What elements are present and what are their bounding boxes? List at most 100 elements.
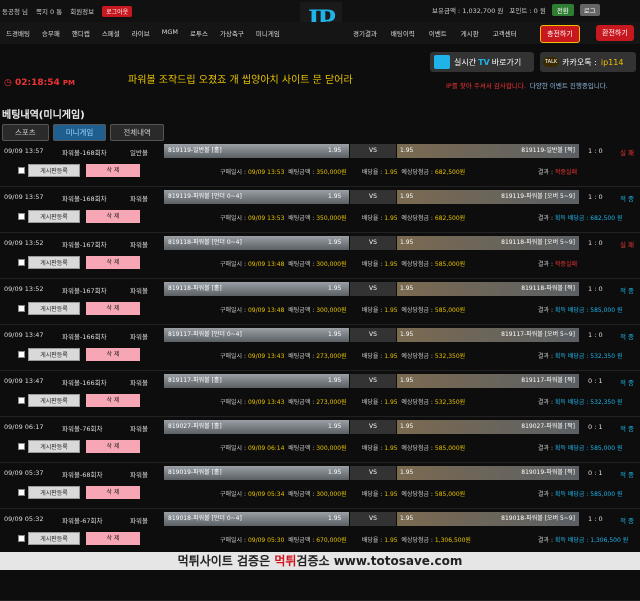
score: 0 : 1 xyxy=(588,469,603,477)
post-to-board-button[interactable]: 게시판등록 xyxy=(28,532,80,545)
nav-item[interactable]: 핸디캡 xyxy=(66,28,96,38)
left-pick: 819019-파워볼 [홀] xyxy=(164,466,349,480)
left-odds: 1.95 xyxy=(328,193,342,200)
bet-result: 결과 : 획득 배당금 : 585,000 원 xyxy=(538,491,623,498)
charge-button[interactable]: 충전하기 xyxy=(540,25,580,43)
nav-item[interactable]: 로투스 xyxy=(184,28,214,38)
nav-item[interactable]: 배팅이력 xyxy=(384,28,422,38)
post-to-board-button[interactable]: 게시판등록 xyxy=(28,486,80,499)
vs-label: VS xyxy=(350,144,396,158)
right-pick: 819118-파워볼 [오버 5~9] xyxy=(397,236,579,250)
tab-sports[interactable]: 스포츠 xyxy=(2,124,49,141)
select-checkbox[interactable] xyxy=(18,305,25,312)
select-checkbox[interactable] xyxy=(18,213,25,220)
post-to-board-button[interactable]: 게시판등록 xyxy=(28,210,80,223)
bet-date: 09/09 13:47 xyxy=(4,377,44,385)
bet-game: 파워볼-168회차 xyxy=(62,149,107,157)
bet-list: 09/09 13:57 파워볼-168회차 일반볼 819119-일반볼 [홀] 1.9… xyxy=(0,141,640,601)
nav-item[interactable]: 가상축구 xyxy=(214,28,250,38)
bet-type: 파워볼 xyxy=(130,241,148,249)
post-to-board-button[interactable]: 게시판등록 xyxy=(28,394,80,407)
bet-date: 09/09 05:37 xyxy=(4,469,44,477)
bet-date: 09/09 13:57 xyxy=(4,147,44,155)
select-checkbox[interactable] xyxy=(18,489,25,496)
bet-result: 결과 : 획득 배당금 : 532,350 원 xyxy=(538,353,623,360)
select-checkbox[interactable] xyxy=(18,259,25,266)
nav-item[interactable]: 승무패 xyxy=(36,28,66,38)
bet-info: 구매일시 : 09/09 13:48 배팅금액 : 300,000원 배당율 :… xyxy=(220,307,466,314)
post-to-board-button[interactable]: 게시판등록 xyxy=(28,164,80,177)
tab-all[interactable]: 전체내역 xyxy=(110,124,164,141)
clock: ◷ 02:18:54 PM xyxy=(4,78,76,88)
member-info-link[interactable]: 회원정보 xyxy=(70,6,94,16)
bet-type: 파워볼 xyxy=(130,471,148,479)
delete-button[interactable]: 삭 제 xyxy=(86,394,140,407)
bet-row: 09/09 13:57 파워볼-168회차 파워볼 819119-파워볼 [언더 0~… xyxy=(0,187,640,233)
post-to-board-button[interactable]: 게시판등록 xyxy=(28,256,80,269)
bet-row: 09/09 05:37 파워볼-68회차 파워볼 819019-파워볼 [홀] 1.95… xyxy=(0,463,640,509)
right-pick: 819018-파워볼 [오버 5~9] xyxy=(397,512,579,526)
live-tv-button[interactable]: 실시간 TV 바로가기 xyxy=(430,52,534,72)
select-checkbox[interactable] xyxy=(18,351,25,358)
score: 0 : 1 xyxy=(588,377,603,385)
status-badge: 적 중 xyxy=(620,425,635,433)
withdraw-button[interactable]: 환전하기 xyxy=(596,25,634,41)
tab-minigame[interactable]: 미니게임 xyxy=(52,124,107,141)
select-checkbox[interactable] xyxy=(18,167,25,174)
nav-item[interactable]: 고객센터 xyxy=(486,28,524,38)
delete-button[interactable]: 삭 제 xyxy=(86,256,140,269)
post-to-board-button[interactable]: 게시판등록 xyxy=(28,440,80,453)
post-to-board-button[interactable]: 게시판등록 xyxy=(28,302,80,315)
left-pick: 819118-파워볼 [언더 0~4] xyxy=(164,236,349,250)
nav-item[interactable]: MGM xyxy=(156,28,184,38)
notice-text: IP를 찾아 주셔서 감사합니다. 다양한 이벤트 진행중입니다. xyxy=(446,82,608,90)
nav-item[interactable]: 경기결과 xyxy=(346,28,384,38)
select-checkbox[interactable] xyxy=(18,397,25,404)
nav-item[interactable]: 게시판 xyxy=(454,28,486,38)
status-badge: 적 중 xyxy=(620,287,635,295)
vs-label: VS xyxy=(350,374,396,388)
logout-button[interactable]: 로그아웃 xyxy=(102,5,133,17)
kakao-button[interactable]: TALK 카카오톡 : ip114 xyxy=(540,52,636,72)
vs-label: VS xyxy=(350,512,396,526)
nav-item[interactable]: 스페셜 xyxy=(96,28,126,38)
bet-info: 구매일시 : 09/09 13:43 배팅금액 : 273,000원 배당율 :… xyxy=(220,353,466,360)
nav-item[interactable]: 이벤트 xyxy=(422,28,454,38)
small-button[interactable]: 로그 xyxy=(579,4,600,16)
score: 0 : 1 xyxy=(588,423,603,431)
right-pick: 819027-파워볼 [짝] xyxy=(397,420,579,434)
exchange-button[interactable]: 전환 xyxy=(551,4,574,16)
delete-button[interactable]: 삭 제 xyxy=(86,348,140,361)
nav-item[interactable]: 라이브 xyxy=(126,28,156,38)
bet-row: 09/09 13:47 파워볼-166회차 파워볼 819117-파워볼 [홀] 1.9… xyxy=(0,371,640,417)
bet-game: 파워볼-166회차 xyxy=(62,333,107,341)
nav-item[interactable]: 드경배팅 xyxy=(0,28,36,38)
select-checkbox[interactable] xyxy=(18,443,25,450)
user-name: 동공청 님 xyxy=(2,8,28,16)
tabs: 스포츠 미니게임 전체내역 xyxy=(2,124,164,141)
post-to-board-button[interactable]: 게시판등록 xyxy=(28,348,80,361)
bet-row: 09/09 13:57 파워볼-168회차 일반볼 819119-일반볼 [홀] 1.9… xyxy=(0,141,640,187)
delete-button[interactable]: 삭 제 xyxy=(86,532,140,545)
select-checkbox[interactable] xyxy=(18,535,25,542)
right-pick: 819117-파워볼 [오버 5~9] xyxy=(397,328,579,342)
delete-button[interactable]: 삭 제 xyxy=(86,302,140,315)
delete-button[interactable]: 삭 제 xyxy=(86,486,140,499)
status-badge: 적 중 xyxy=(620,471,635,479)
bet-date: 09/09 13:57 xyxy=(4,193,44,201)
left-odds: 1.95 xyxy=(328,239,342,246)
delete-button[interactable]: 삭 제 xyxy=(86,164,140,177)
delete-button[interactable]: 삭 제 xyxy=(86,440,140,453)
delete-button[interactable]: 삭 제 xyxy=(86,210,140,223)
bet-type: 일반볼 xyxy=(130,149,148,157)
score: 1 : 0 xyxy=(588,515,603,523)
status-badge: 실 패 xyxy=(620,241,635,249)
messages-link[interactable]: 쪽지 0 통 xyxy=(36,6,62,16)
left-pick: 819018-파워볼 [언더 0~4] xyxy=(164,512,349,526)
bet-row: 09/09 05:32 파워볼-67회차 파워볼 819018-파워볼 [언더 0~4… xyxy=(0,509,640,555)
score: 1 : 0 xyxy=(588,193,603,201)
bet-info: 구매일시 : 09/09 13:43 배팅금액 : 273,000원 배당율 :… xyxy=(220,399,466,406)
score: 1 : 0 xyxy=(588,147,603,155)
vs-label: VS xyxy=(350,328,396,342)
nav-item[interactable]: 미니게임 xyxy=(250,28,286,38)
